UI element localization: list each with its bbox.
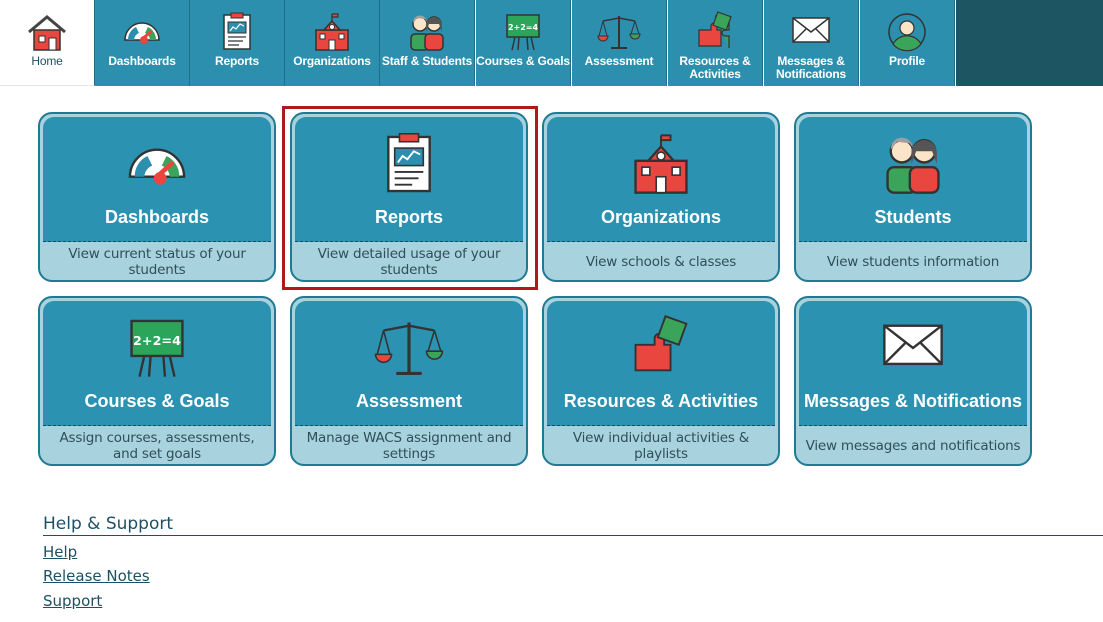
release-notes-link[interactable]: Release Notes <box>43 567 150 585</box>
nav-label: Profile <box>889 54 925 68</box>
tile-dashboards[interactable]: Dashboards View current status of your s… <box>38 112 276 282</box>
tile-courses-goals[interactable]: 2+2=4 Courses & Goals Assign courses, as… <box>38 296 276 466</box>
tile-title: Reports <box>374 207 443 227</box>
tile-description: View students information <box>826 254 1000 270</box>
nav-organizations[interactable]: Organizations <box>285 0 380 86</box>
nav-resources-activities[interactable]: Resources & Activities <box>668 0 763 86</box>
support-link[interactable]: Support <box>43 592 102 610</box>
tile-description: View individual activities & playlists <box>572 430 750 462</box>
puzzle-icon <box>698 11 732 48</box>
gauge-icon <box>128 148 186 185</box>
tile-description: View current status of your students <box>68 246 246 278</box>
chalkboard-icon: 2+2=4 <box>506 14 540 51</box>
envelope-icon <box>883 324 943 366</box>
svg-text:2+2=4: 2+2=4 <box>508 23 539 32</box>
tile-title: Resources & Activities <box>563 391 759 411</box>
nav-label: Messages & Notifications <box>775 54 847 81</box>
nav-dashboards[interactable]: Dashboards <box>95 0 190 86</box>
tile-assessment[interactable]: Assessment Manage WACS assignment and se… <box>290 296 528 466</box>
nav-label: Reports <box>215 54 259 68</box>
nav-label: Home <box>31 54 63 68</box>
tile-header: Students <box>799 117 1027 242</box>
house-icon <box>28 15 66 51</box>
tile-header: Assessment <box>295 301 523 426</box>
nav-home[interactable]: Home <box>0 0 95 86</box>
school-building-icon <box>634 134 688 194</box>
profile-icon <box>888 13 926 52</box>
tile-header: Organizations <box>547 117 775 242</box>
tile-resources-activities[interactable]: Resources & Activities View individual a… <box>542 296 780 466</box>
scale-icon <box>374 322 444 376</box>
school-building-icon <box>315 13 349 51</box>
nav-messages-notifications[interactable]: Messages & Notifications <box>764 0 859 86</box>
tile-description: Manage WACS assignment and settings <box>306 430 512 462</box>
tile-description: View schools & classes <box>585 254 737 270</box>
nav-label: Organizations <box>293 54 371 68</box>
tile-title: Courses & Goals <box>84 391 230 411</box>
tile-title: Assessment <box>355 391 463 411</box>
tile-description: View detailed usage of your students <box>317 246 501 278</box>
scale-icon <box>597 16 641 49</box>
nav-label: Courses & Goals <box>476 54 570 68</box>
tile-description: Assign courses, assessments, and set goa… <box>59 430 255 462</box>
nav-label: Assessment <box>584 54 654 68</box>
svg-text:2+2=4: 2+2=4 <box>133 333 181 348</box>
tile-title: Dashboards <box>104 207 210 227</box>
people-icon <box>886 137 940 194</box>
envelope-icon <box>792 17 830 43</box>
puzzle-icon <box>634 315 688 372</box>
tile-title: Messages & Notifications <box>803 391 1023 411</box>
people-icon <box>410 15 444 51</box>
nav-filler <box>956 0 1103 86</box>
nav-profile[interactable]: Profile <box>860 0 955 86</box>
nav-label: Resources & Activities <box>679 54 751 81</box>
tile-header: Resources & Activities <box>547 301 775 426</box>
tile-header: Dashboards <box>43 117 271 242</box>
report-clipboard-icon <box>223 12 251 50</box>
tile-description: View messages and notifications <box>805 438 1021 454</box>
nav-assessment[interactable]: Assessment <box>572 0 667 86</box>
tile-header: 2+2=4 Courses & Goals <box>43 301 271 426</box>
tile-organizations[interactable]: Organizations View schools & classes <box>542 112 780 282</box>
tile-title: Students <box>874 207 952 227</box>
tile-header: Reports <box>295 117 523 242</box>
tile-reports[interactable]: Reports View detailed usage of your stud… <box>290 112 528 282</box>
divider <box>43 535 1103 536</box>
help-link[interactable]: Help <box>43 543 77 561</box>
nav-courses-goals[interactable]: 2+2=4 Courses & Goals <box>476 0 571 86</box>
nav-reports[interactable]: Reports <box>190 0 285 86</box>
gauge-icon <box>124 22 160 44</box>
report-clipboard-icon <box>387 132 431 193</box>
chalkboard-icon: 2+2=4 <box>130 319 184 377</box>
top-navigation: Home Dashboards Reports Organizations St… <box>0 0 1103 86</box>
nav-label: Staff & Students <box>381 54 473 68</box>
tile-title: Organizations <box>600 207 721 227</box>
tile-header: Messages & Notifications <box>799 301 1027 426</box>
nav-label: Dashboards <box>108 54 176 68</box>
nav-staff-students[interactable]: Staff & Students <box>380 0 475 86</box>
tile-students[interactable]: Students View students information <box>794 112 1032 282</box>
tile-messages-notifications[interactable]: Messages & Notifications View messages a… <box>794 296 1032 466</box>
help-support-heading: Help & Support <box>43 514 174 534</box>
